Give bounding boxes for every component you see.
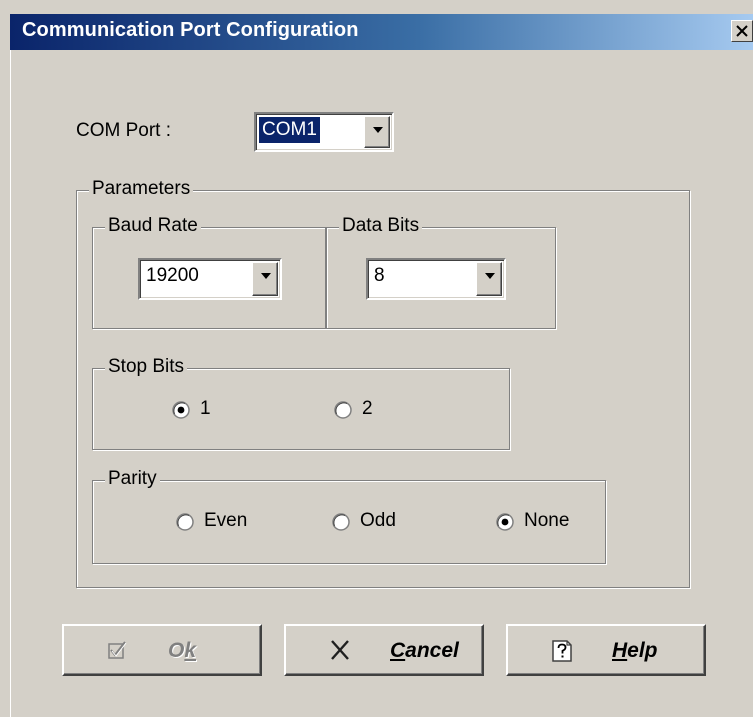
radio-unchecked-icon bbox=[176, 513, 194, 531]
chevron-down-icon bbox=[485, 273, 495, 279]
dialog-window: Communication Port Configuration COM Por… bbox=[0, 0, 753, 717]
window-title: Communication Port Configuration bbox=[22, 19, 359, 41]
stop-bits-1-label: 1 bbox=[200, 398, 211, 419]
stop-bits-legend: Stop Bits bbox=[105, 356, 188, 378]
stop-bits-group: Stop Bits bbox=[92, 356, 510, 450]
cancel-button[interactable]: Cancel bbox=[284, 624, 484, 676]
parity-even-label: Even bbox=[204, 510, 248, 531]
parity-none-label: None bbox=[524, 510, 570, 531]
help-label: Help bbox=[612, 639, 658, 662]
ok-button[interactable]: Ok bbox=[62, 624, 262, 676]
chevron-down-icon bbox=[261, 273, 271, 279]
radio-checked-icon bbox=[496, 513, 514, 531]
stop-bits-2-label: 2 bbox=[362, 398, 373, 419]
close-icon bbox=[736, 25, 748, 37]
parameters-legend: Parameters bbox=[89, 178, 194, 200]
com-port-label: COM Port : bbox=[76, 120, 172, 141]
baud-rate-legend: Baud Rate bbox=[105, 215, 201, 237]
baud-rate-dropdown-button[interactable] bbox=[252, 262, 278, 296]
parity-odd-label: Odd bbox=[360, 510, 396, 531]
radio-unchecked-icon bbox=[334, 401, 352, 419]
help-question-icon bbox=[552, 640, 572, 662]
help-button[interactable]: Help bbox=[506, 624, 706, 676]
baud-rate-select[interactable]: 19200 bbox=[138, 258, 282, 300]
close-button[interactable] bbox=[731, 20, 753, 42]
cancel-label: Cancel bbox=[390, 639, 459, 662]
data-bits-legend: Data Bits bbox=[339, 215, 423, 237]
data-bits-value: 8 bbox=[374, 265, 385, 286]
baud-rate-value: 19200 bbox=[146, 265, 199, 286]
window-border bbox=[10, 50, 11, 717]
com-port-select[interactable]: COM1 bbox=[254, 112, 394, 152]
chevron-down-icon bbox=[373, 127, 383, 133]
com-port-dropdown-button[interactable] bbox=[364, 116, 390, 148]
ok-label: Ok bbox=[168, 639, 197, 662]
check-icon bbox=[108, 641, 127, 659]
com-port-value: COM1 bbox=[258, 116, 321, 144]
radio-checked-icon bbox=[172, 401, 190, 419]
parity-legend: Parity bbox=[105, 468, 160, 490]
data-bits-dropdown-button[interactable] bbox=[476, 262, 502, 296]
x-icon bbox=[331, 640, 349, 660]
radio-unchecked-icon bbox=[332, 513, 350, 531]
data-bits-select[interactable]: 8 bbox=[366, 258, 506, 300]
title-bar[interactable]: Communication Port Configuration bbox=[10, 14, 753, 50]
